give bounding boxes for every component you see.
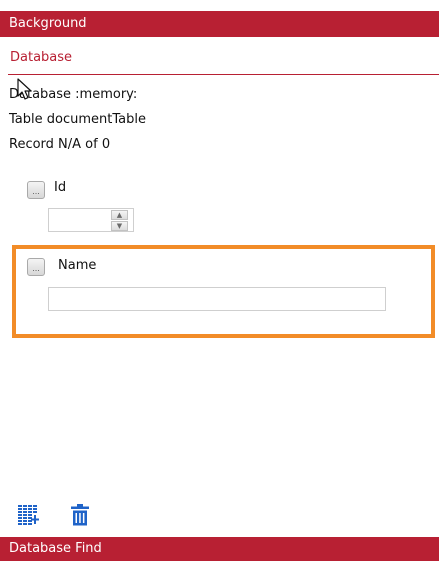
decrement-arrow-icon[interactable]: ▼: [111, 221, 128, 231]
database-find-footer[interactable]: Database Find: [0, 537, 439, 561]
add-record-icon[interactable]: [17, 503, 39, 527]
background-header[interactable]: Background: [0, 11, 439, 37]
id-label: Id: [54, 180, 67, 195]
name-label: Name: [58, 258, 97, 273]
trash-icon[interactable]: [69, 503, 91, 527]
id-stepper[interactable]: ▲ ▼: [48, 208, 134, 232]
name-field-options-button[interactable]: ...: [27, 258, 45, 276]
database-section-title: Database: [10, 50, 73, 65]
record-info: Record N/A of 0: [9, 137, 111, 152]
database-page: Background Database Database :memory: Ta…: [0, 0, 439, 561]
id-field-options-button[interactable]: ...: [27, 181, 45, 199]
mouse-cursor-icon: [17, 78, 32, 100]
id-input[interactable]: [49, 209, 109, 231]
increment-arrow-icon[interactable]: ▲: [111, 210, 128, 220]
section-divider: [8, 74, 439, 75]
table-info: Table documentTable: [9, 112, 146, 127]
name-input[interactable]: [48, 287, 386, 311]
